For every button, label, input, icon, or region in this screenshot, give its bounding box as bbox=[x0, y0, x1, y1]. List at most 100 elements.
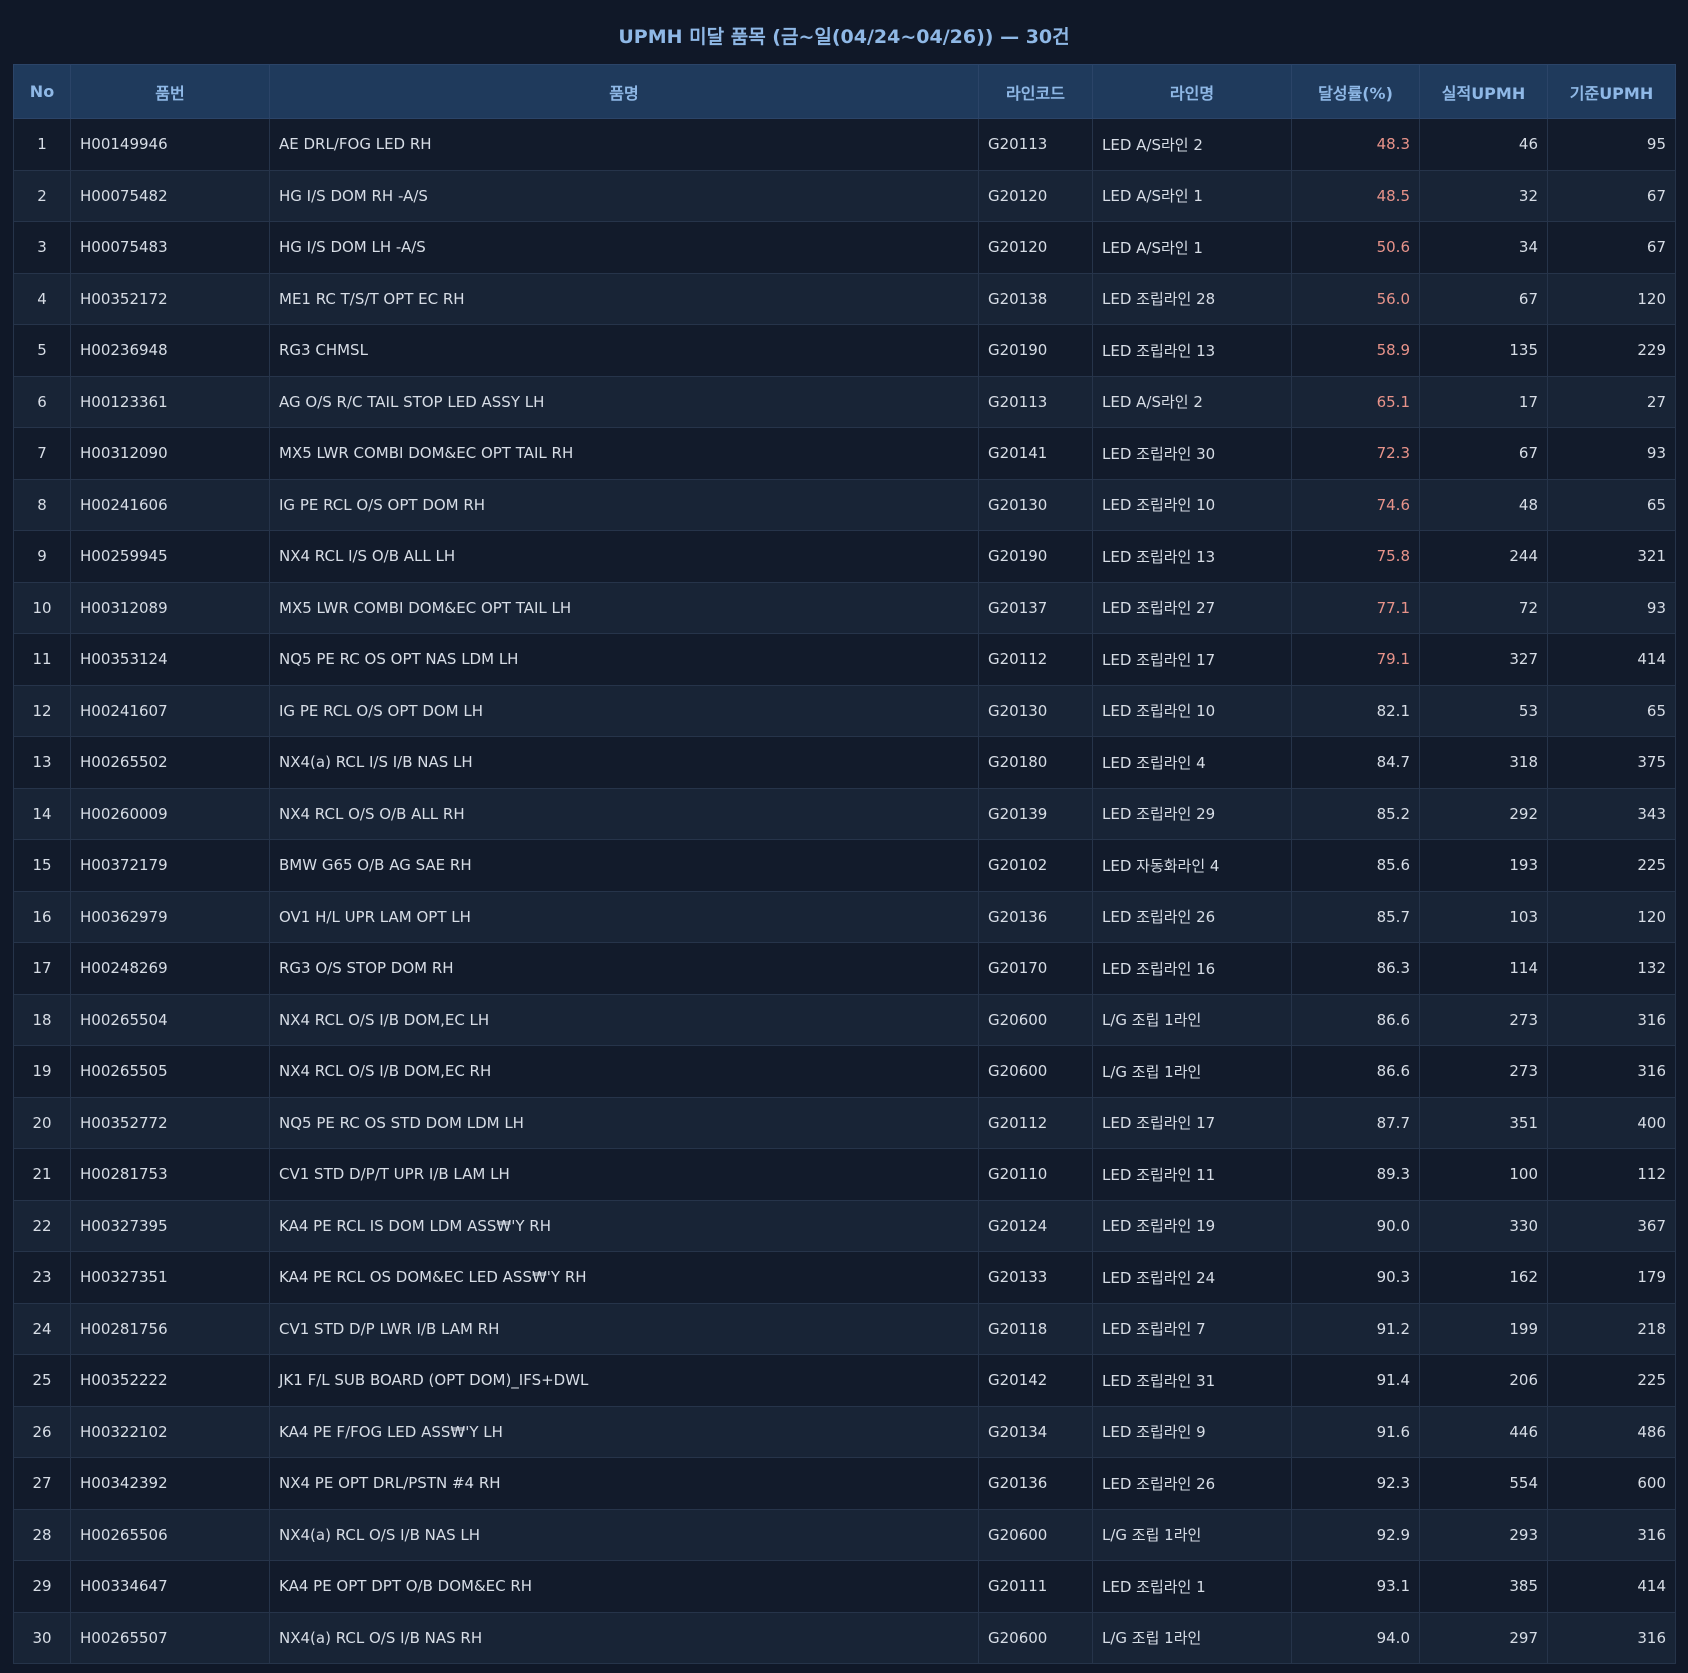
cell-part-number: H00312090 bbox=[70, 427, 270, 480]
cell-part-name: NX4 RCL I/S O/B ALL LH bbox=[269, 530, 979, 583]
column-header-part-number[interactable]: 품번 bbox=[70, 64, 270, 119]
cell-line-name: LED 조립라인 26 bbox=[1092, 890, 1292, 943]
cell-line-code: G20130 bbox=[978, 684, 1093, 737]
cell-part-number: H00236948 bbox=[70, 324, 270, 377]
cell-standard-upmh: 229 bbox=[1547, 324, 1676, 377]
cell-line-code: G20600 bbox=[978, 1611, 1093, 1664]
cell-line-code: G20137 bbox=[978, 581, 1093, 634]
table-row[interactable]: 7 H00312090 MX5 LWR COMBI DOM&EC OPT TAIL … bbox=[13, 427, 1676, 480]
table-row[interactable]: 17 H00248269 RG3 O/S STOP DOM RH G20170 LED … bbox=[13, 942, 1676, 995]
cell-actual-upmh: 330 bbox=[1419, 1199, 1548, 1252]
table-row[interactable]: 10 H00312089 MX5 LWR COMBI DOM&EC OPT TAIL… bbox=[13, 581, 1676, 634]
cell-actual-upmh: 34 bbox=[1419, 221, 1548, 274]
cell-standard-upmh: 316 bbox=[1547, 1508, 1676, 1561]
table-row[interactable]: 20 H00352772 NQ5 PE RC OS STD DOM LDM LH G2… bbox=[13, 1096, 1676, 1149]
table-row[interactable]: 18 H00265504 NX4 RCL O/S I/B DOM,EC LH G206… bbox=[13, 993, 1676, 1046]
table-row[interactable]: 15 H00372179 BMW G65 O/B AG SAE RH G20102 LE… bbox=[13, 839, 1676, 892]
cell-achievement-rate: 82.1 bbox=[1291, 684, 1420, 737]
cell-line-name: L/G 조립 1라인 bbox=[1092, 993, 1292, 1046]
table-row[interactable]: 26 H00322102 KA4 PE F/FOG LED ASS₩'Y LH G20… bbox=[13, 1405, 1676, 1458]
cell-part-number: H00334647 bbox=[70, 1560, 270, 1613]
column-header-standard-upmh[interactable]: 기준UPMH bbox=[1547, 64, 1676, 119]
table-row[interactable]: 6 H00123361 AG O/S R/C TAIL STOP LED ASSY … bbox=[13, 375, 1676, 428]
cell-actual-upmh: 273 bbox=[1419, 1045, 1548, 1098]
cell-line-code: G20124 bbox=[978, 1199, 1093, 1252]
cell-no: 20 bbox=[13, 1096, 71, 1149]
cell-standard-upmh: 367 bbox=[1547, 1199, 1676, 1252]
column-header-line-name[interactable]: 라인명 bbox=[1092, 64, 1292, 119]
cell-part-name: NQ5 PE RC OS STD DOM LDM LH bbox=[269, 1096, 979, 1149]
cell-actual-upmh: 244 bbox=[1419, 530, 1548, 583]
cell-part-name: NX4 PE OPT DRL/PSTN #4 RH bbox=[269, 1457, 979, 1510]
table-row[interactable]: 1 H00149946 AE DRL/FOG LED RH G20113 LED A/S… bbox=[13, 118, 1676, 171]
table-row[interactable]: 13 H00265502 NX4(a) RCL I/S I/B NAS LH G201… bbox=[13, 736, 1676, 789]
cell-line-code: G20110 bbox=[978, 1148, 1093, 1201]
table-header-row: No 품번 품명 라인코드 라인명 달성률(%) 실적UPMH 기준UPMH bbox=[13, 64, 1676, 119]
table-row[interactable]: 28 H00265506 NX4(a) RCL O/S I/B NAS LH G206… bbox=[13, 1508, 1676, 1561]
cell-line-name: L/G 조립 1라인 bbox=[1092, 1611, 1292, 1664]
cell-standard-upmh: 400 bbox=[1547, 1096, 1676, 1149]
table-row[interactable]: 24 H00281756 CV1 STD D/P LWR I/B LAM RH G20… bbox=[13, 1302, 1676, 1355]
cell-no: 6 bbox=[13, 375, 71, 428]
table-row[interactable]: 30 H00265507 NX4(a) RCL O/S I/B NAS RH G206… bbox=[13, 1611, 1676, 1664]
cell-line-name: LED A/S라인 2 bbox=[1092, 118, 1292, 171]
cell-achievement-rate: 84.7 bbox=[1291, 736, 1420, 789]
cell-achievement-rate: 75.8 bbox=[1291, 530, 1420, 583]
table-row[interactable]: 23 H00327351 KA4 PE RCL OS DOM&EC LED ASS₩… bbox=[13, 1251, 1676, 1304]
cell-part-name: MX5 LWR COMBI DOM&EC OPT TAIL RH bbox=[269, 427, 979, 480]
cell-standard-upmh: 67 bbox=[1547, 169, 1676, 222]
cell-achievement-rate: 92.3 bbox=[1291, 1457, 1420, 1510]
table-row[interactable]: 22 H00327395 KA4 PE RCL IS DOM LDM ASS₩'Y … bbox=[13, 1199, 1676, 1252]
cell-actual-upmh: 46 bbox=[1419, 118, 1548, 171]
table-row[interactable]: 5 H00236948 RG3 CHMSL G20190 LED 조립라인 13 58.9… bbox=[13, 324, 1676, 377]
cell-part-number: H00241607 bbox=[70, 684, 270, 737]
table-row[interactable]: 8 H00241606 IG PE RCL O/S OPT DOM RH G20130… bbox=[13, 478, 1676, 531]
cell-achievement-rate: 86.6 bbox=[1291, 1045, 1420, 1098]
column-header-actual-upmh[interactable]: 실적UPMH bbox=[1419, 64, 1548, 119]
cell-actual-upmh: 48 bbox=[1419, 478, 1548, 531]
cell-no: 11 bbox=[13, 633, 71, 686]
cell-actual-upmh: 162 bbox=[1419, 1251, 1548, 1304]
cell-standard-upmh: 321 bbox=[1547, 530, 1676, 583]
cell-line-name: LED 조립라인 10 bbox=[1092, 684, 1292, 737]
table-row[interactable]: 9 H00259945 NX4 RCL I/S O/B ALL LH G20190 LE… bbox=[13, 530, 1676, 583]
table-row[interactable]: 21 H00281753 CV1 STD D/P/T UPR I/B LAM LH G… bbox=[13, 1148, 1676, 1201]
table-row[interactable]: 29 H00334647 KA4 PE OPT DPT O/B DOM&EC RH G… bbox=[13, 1560, 1676, 1613]
cell-line-name: LED 조립라인 17 bbox=[1092, 1096, 1292, 1149]
cell-standard-upmh: 343 bbox=[1547, 787, 1676, 840]
column-header-part-name[interactable]: 품명 bbox=[269, 64, 979, 119]
table-row[interactable]: 16 H00362979 OV1 H/L UPR LAM OPT LH G20136 L… bbox=[13, 890, 1676, 943]
cell-line-code: G20133 bbox=[978, 1251, 1093, 1304]
table-row[interactable]: 12 H00241607 IG PE RCL O/S OPT DOM LH G2013… bbox=[13, 684, 1676, 737]
cell-actual-upmh: 206 bbox=[1419, 1354, 1548, 1407]
cell-achievement-rate: 91.4 bbox=[1291, 1354, 1420, 1407]
column-header-line-code[interactable]: 라인코드 bbox=[978, 64, 1093, 119]
column-header-no[interactable]: No bbox=[13, 64, 71, 119]
cell-part-name: KA4 PE RCL IS DOM LDM ASS₩'Y RH bbox=[269, 1199, 979, 1252]
cell-part-number: H00075483 bbox=[70, 221, 270, 274]
table-row[interactable]: 25 H00352222 JK1 F/L SUB BOARD (OPT DOM)_I… bbox=[13, 1354, 1676, 1407]
cell-line-name: LED 조립라인 13 bbox=[1092, 530, 1292, 583]
column-header-achievement-rate[interactable]: 달성률(%) bbox=[1291, 64, 1420, 119]
cell-line-name: LED 조립라인 13 bbox=[1092, 324, 1292, 377]
cell-part-number: H00260009 bbox=[70, 787, 270, 840]
cell-line-name: LED 조립라인 11 bbox=[1092, 1148, 1292, 1201]
table-row[interactable]: 11 H00353124 NQ5 PE RC OS OPT NAS LDM LH G2… bbox=[13, 633, 1676, 686]
cell-part-number: H00265505 bbox=[70, 1045, 270, 1098]
cell-part-name: HG I/S DOM RH -A/S bbox=[269, 169, 979, 222]
cell-part-number: H00265504 bbox=[70, 993, 270, 1046]
cell-achievement-rate: 77.1 bbox=[1291, 581, 1420, 634]
cell-no: 17 bbox=[13, 942, 71, 995]
table-row[interactable]: 19 H00265505 NX4 RCL O/S I/B DOM,EC RH G206… bbox=[13, 1045, 1676, 1098]
cell-line-name: LED 조립라인 27 bbox=[1092, 581, 1292, 634]
cell-line-name: LED 조립라인 28 bbox=[1092, 272, 1292, 325]
cell-achievement-rate: 85.7 bbox=[1291, 890, 1420, 943]
cell-actual-upmh: 135 bbox=[1419, 324, 1548, 377]
table-row[interactable]: 2 H00075482 HG I/S DOM RH -A/S G20120 LED A/… bbox=[13, 169, 1676, 222]
cell-standard-upmh: 600 bbox=[1547, 1457, 1676, 1510]
cell-standard-upmh: 120 bbox=[1547, 890, 1676, 943]
table-row[interactable]: 4 H00352172 ME1 RC T/S/T OPT EC RH G20138 LE… bbox=[13, 272, 1676, 325]
table-row[interactable]: 27 H00342392 NX4 PE OPT DRL/PSTN #4 RH G201… bbox=[13, 1457, 1676, 1510]
table-row[interactable]: 3 H00075483 HG I/S DOM LH -A/S G20120 LED A/… bbox=[13, 221, 1676, 274]
table-row[interactable]: 14 H00260009 NX4 RCL O/S O/B ALL RH G20139 L… bbox=[13, 787, 1676, 840]
